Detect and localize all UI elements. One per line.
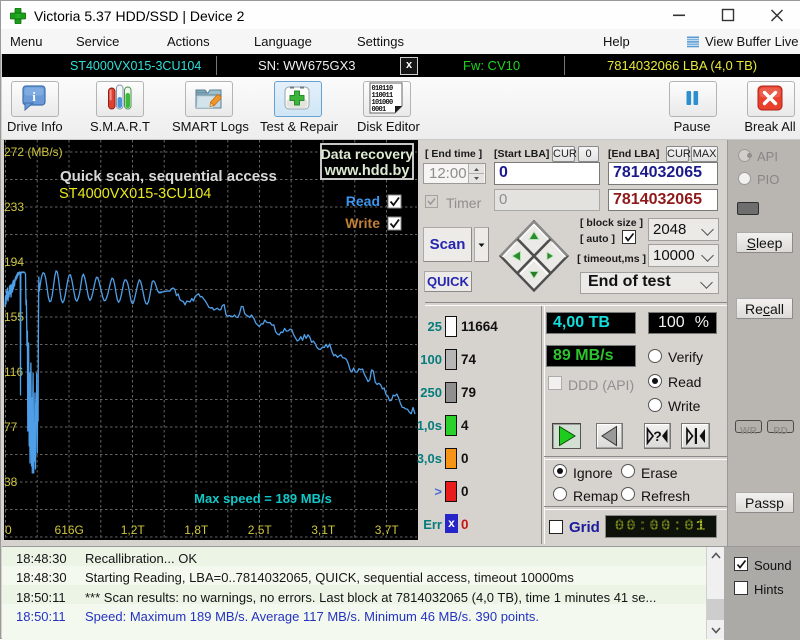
svg-text:Write: Write [345, 215, 380, 231]
svg-text:194: 194 [4, 255, 24, 269]
svg-text:Max speed = 189 MB/s: Max speed = 189 MB/s [194, 491, 332, 506]
svg-text:Quick scan, sequential access: Quick scan, sequential access [60, 168, 277, 185]
svg-text:3,7T: 3,7T [375, 523, 400, 537]
svg-text:Read: Read [346, 193, 380, 209]
svg-text:3,1T: 3,1T [311, 523, 336, 537]
svg-text:1,8T: 1,8T [184, 523, 209, 537]
svg-text:616G: 616G [55, 523, 84, 537]
svg-text:0: 0 [5, 523, 12, 537]
svg-text:1,2T: 1,2T [121, 523, 146, 537]
svg-text:Data recovery: Data recovery [321, 146, 414, 162]
svg-text:272 (MB/s): 272 (MB/s) [4, 145, 63, 159]
svg-text:www.hdd.by: www.hdd.by [324, 163, 410, 179]
svg-text:233: 233 [4, 200, 24, 214]
svg-text:2,5T: 2,5T [248, 523, 273, 537]
svg-text:ST4000VX015-3CU104: ST4000VX015-3CU104 [59, 186, 211, 202]
svg-text:38: 38 [4, 475, 18, 489]
svg-text:77: 77 [4, 420, 18, 434]
svg-text:i: i [32, 89, 36, 104]
svg-text:?: ? [653, 428, 662, 444]
svg-text:0001: 0001 [372, 106, 387, 114]
